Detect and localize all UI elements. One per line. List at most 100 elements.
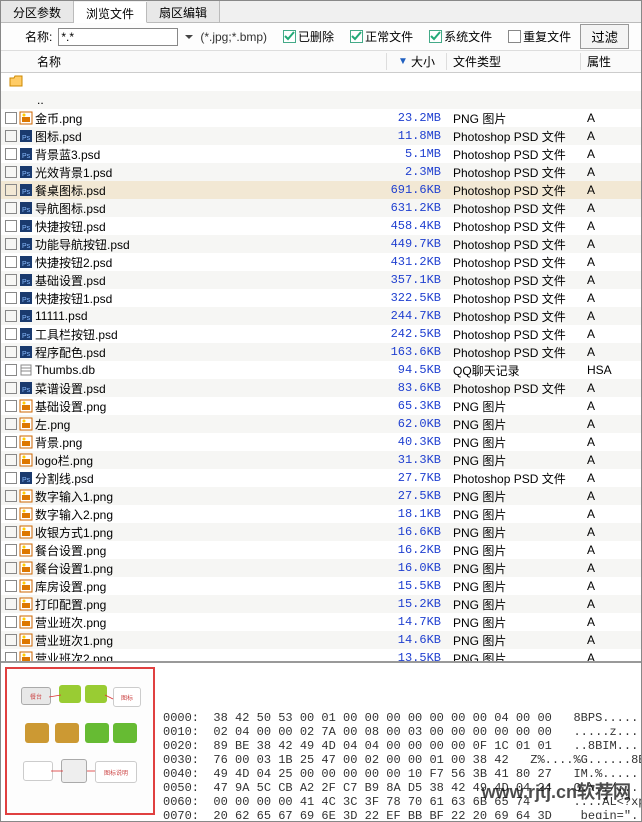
row-checkbox[interactable]: [5, 112, 17, 124]
file-type: PNG 图片: [447, 434, 581, 451]
file-attr: A: [581, 237, 637, 251]
row-checkbox[interactable]: [5, 400, 17, 412]
file-type-icon: [19, 525, 33, 539]
file-row[interactable]: 打印配置.png15.2KBPNG 图片A: [1, 595, 641, 613]
file-row[interactable]: Ps餐桌图标.psd691.6KBPhotoshop PSD 文件A: [1, 181, 641, 199]
file-row[interactable]: 基础设置.png65.3KBPNG 图片A: [1, 397, 641, 415]
file-row[interactable]: Ps图标.psd11.8MBPhotoshop PSD 文件A: [1, 127, 641, 145]
file-attr: A: [581, 417, 637, 431]
row-checkbox[interactable]: [5, 274, 17, 286]
file-row[interactable]: Ps分割线.psd27.7KBPhotoshop PSD 文件A: [1, 469, 641, 487]
name-filter-input[interactable]: [58, 28, 178, 46]
file-row[interactable]: logo栏.png31.3KBPNG 图片A: [1, 451, 641, 469]
tab-sector-edit[interactable]: 扇区编辑: [147, 1, 220, 22]
hex-viewer[interactable]: www.rjtj.cn软荐网 0000: 38 42 50 53 00 01 0…: [159, 663, 641, 819]
file-type: PNG 图片: [447, 524, 581, 541]
up-directory-row[interactable]: ..: [1, 91, 641, 109]
file-type-icon: [19, 651, 33, 661]
file-row[interactable]: 背景.png40.3KBPNG 图片A: [1, 433, 641, 451]
row-checkbox[interactable]: [5, 508, 17, 520]
file-row[interactable]: Ps程序配色.psd163.6KBPhotoshop PSD 文件A: [1, 343, 641, 361]
row-checkbox[interactable]: [5, 544, 17, 556]
col-header-size[interactable]: ▼大小: [387, 53, 447, 70]
row-checkbox[interactable]: [5, 292, 17, 304]
row-checkbox[interactable]: [5, 364, 17, 376]
file-row[interactable]: 收银方式1.png16.6KBPNG 图片A: [1, 523, 641, 541]
row-checkbox[interactable]: [5, 238, 17, 250]
row-checkbox[interactable]: [5, 130, 17, 142]
file-row[interactable]: Ps工具栏按钮.psd242.5KBPhotoshop PSD 文件A: [1, 325, 641, 343]
col-header-name[interactable]: 名称: [1, 53, 387, 70]
file-row[interactable]: Ps快捷按钮.psd458.4KBPhotoshop PSD 文件A: [1, 217, 641, 235]
row-checkbox[interactable]: [5, 310, 17, 322]
file-row[interactable]: Ps背景蓝3.psd5.1MBPhotoshop PSD 文件A: [1, 145, 641, 163]
file-row[interactable]: Ps光效背景1.psd2.3MBPhotoshop PSD 文件A: [1, 163, 641, 181]
file-row[interactable]: 营业班次2.png13.5KBPNG 图片A: [1, 649, 641, 661]
row-checkbox[interactable]: [5, 166, 17, 178]
col-header-type[interactable]: 文件类型: [447, 53, 581, 70]
file-size: 18.1KB: [385, 507, 447, 521]
row-checkbox[interactable]: [5, 598, 17, 610]
svg-text:Ps: Ps: [22, 171, 31, 178]
row-checkbox[interactable]: [5, 382, 17, 394]
current-folder-row[interactable]: [1, 73, 641, 91]
preview-thumbnail: 餐台 图标 图标说明: [15, 681, 145, 801]
file-row[interactable]: Ps基础设置.psd357.1KBPhotoshop PSD 文件A: [1, 271, 641, 289]
file-row[interactable]: 金币.png23.2MBPNG 图片A: [1, 109, 641, 127]
file-row[interactable]: 餐台设置1.png16.0KBPNG 图片A: [1, 559, 641, 577]
row-checkbox[interactable]: [5, 148, 17, 160]
file-row[interactable]: 数字输入2.png18.1KBPNG 图片A: [1, 505, 641, 523]
row-checkbox[interactable]: [5, 490, 17, 502]
row-checkbox[interactable]: [5, 616, 17, 628]
file-row[interactable]: 数字输入1.png27.5KBPNG 图片A: [1, 487, 641, 505]
chk-deleted[interactable]: 已删除: [283, 28, 334, 45]
row-checkbox[interactable]: [5, 472, 17, 484]
file-row[interactable]: Thumbs.db94.5KBQQ聊天记录HSA: [1, 361, 641, 379]
file-row[interactable]: 餐台设置.png16.2KBPNG 图片A: [1, 541, 641, 559]
watermark: www.rjtj.cn软荐网: [482, 785, 631, 799]
row-checkbox[interactable]: [5, 328, 17, 340]
file-row[interactable]: Ps菜谱设置.psd83.6KBPhotoshop PSD 文件A: [1, 379, 641, 397]
row-checkbox[interactable]: [5, 346, 17, 358]
file-row[interactable]: 左.png62.0KBPNG 图片A: [1, 415, 641, 433]
file-row[interactable]: Ps11111.psd244.7KBPhotoshop PSD 文件A: [1, 307, 641, 325]
tab-partition-params[interactable]: 分区参数: [1, 1, 74, 22]
row-checkbox[interactable]: [5, 202, 17, 214]
dropdown-icon[interactable]: [184, 32, 194, 42]
row-checkbox[interactable]: [5, 634, 17, 646]
row-checkbox[interactable]: [5, 418, 17, 430]
row-checkbox[interactable]: [5, 220, 17, 232]
chk-system[interactable]: 系统文件: [429, 28, 492, 45]
row-checkbox[interactable]: [5, 184, 17, 196]
file-row[interactable]: Ps导航图标.psd631.2KBPhotoshop PSD 文件A: [1, 199, 641, 217]
file-row[interactable]: 营业班次1.png14.6KBPNG 图片A: [1, 631, 641, 649]
row-checkbox[interactable]: [5, 436, 17, 448]
col-header-attr[interactable]: 属性: [581, 53, 637, 70]
row-checkbox[interactable]: [5, 454, 17, 466]
filter-button[interactable]: 过滤: [580, 24, 629, 49]
row-checkbox[interactable]: [5, 562, 17, 574]
file-type: PNG 图片: [447, 452, 581, 469]
row-checkbox[interactable]: [5, 256, 17, 268]
row-checkbox[interactable]: [5, 526, 17, 538]
file-row[interactable]: Ps快捷按钮1.psd322.5KBPhotoshop PSD 文件A: [1, 289, 641, 307]
file-row[interactable]: 营业班次.png14.7KBPNG 图片A: [1, 613, 641, 631]
file-row[interactable]: 库房设置.png15.5KBPNG 图片A: [1, 577, 641, 595]
preview-pane[interactable]: 餐台 图标 图标说明: [5, 667, 155, 815]
tab-browse-files[interactable]: 浏览文件: [74, 2, 147, 23]
file-list[interactable]: ..金币.png23.2MBPNG 图片APs图标.psd11.8MBPhoto…: [1, 73, 641, 661]
file-type-icon: [19, 435, 33, 449]
file-name: 快捷按钮.psd: [35, 218, 385, 235]
file-name: 功能导航按钮.psd: [35, 236, 385, 253]
chk-normal[interactable]: 正常文件: [350, 28, 413, 45]
file-name: 工具栏按钮.psd: [35, 326, 385, 343]
file-attr: A: [581, 309, 637, 323]
file-type-icon: [19, 561, 33, 575]
file-attr: A: [581, 345, 637, 359]
row-checkbox[interactable]: [5, 652, 17, 661]
file-row[interactable]: Ps功能导航按钮.psd449.7KBPhotoshop PSD 文件A: [1, 235, 641, 253]
file-row[interactable]: Ps快捷按钮2.psd431.2KBPhotoshop PSD 文件A: [1, 253, 641, 271]
chk-duplicate[interactable]: 重复文件: [508, 28, 571, 45]
file-attr: A: [581, 633, 637, 647]
row-checkbox[interactable]: [5, 580, 17, 592]
